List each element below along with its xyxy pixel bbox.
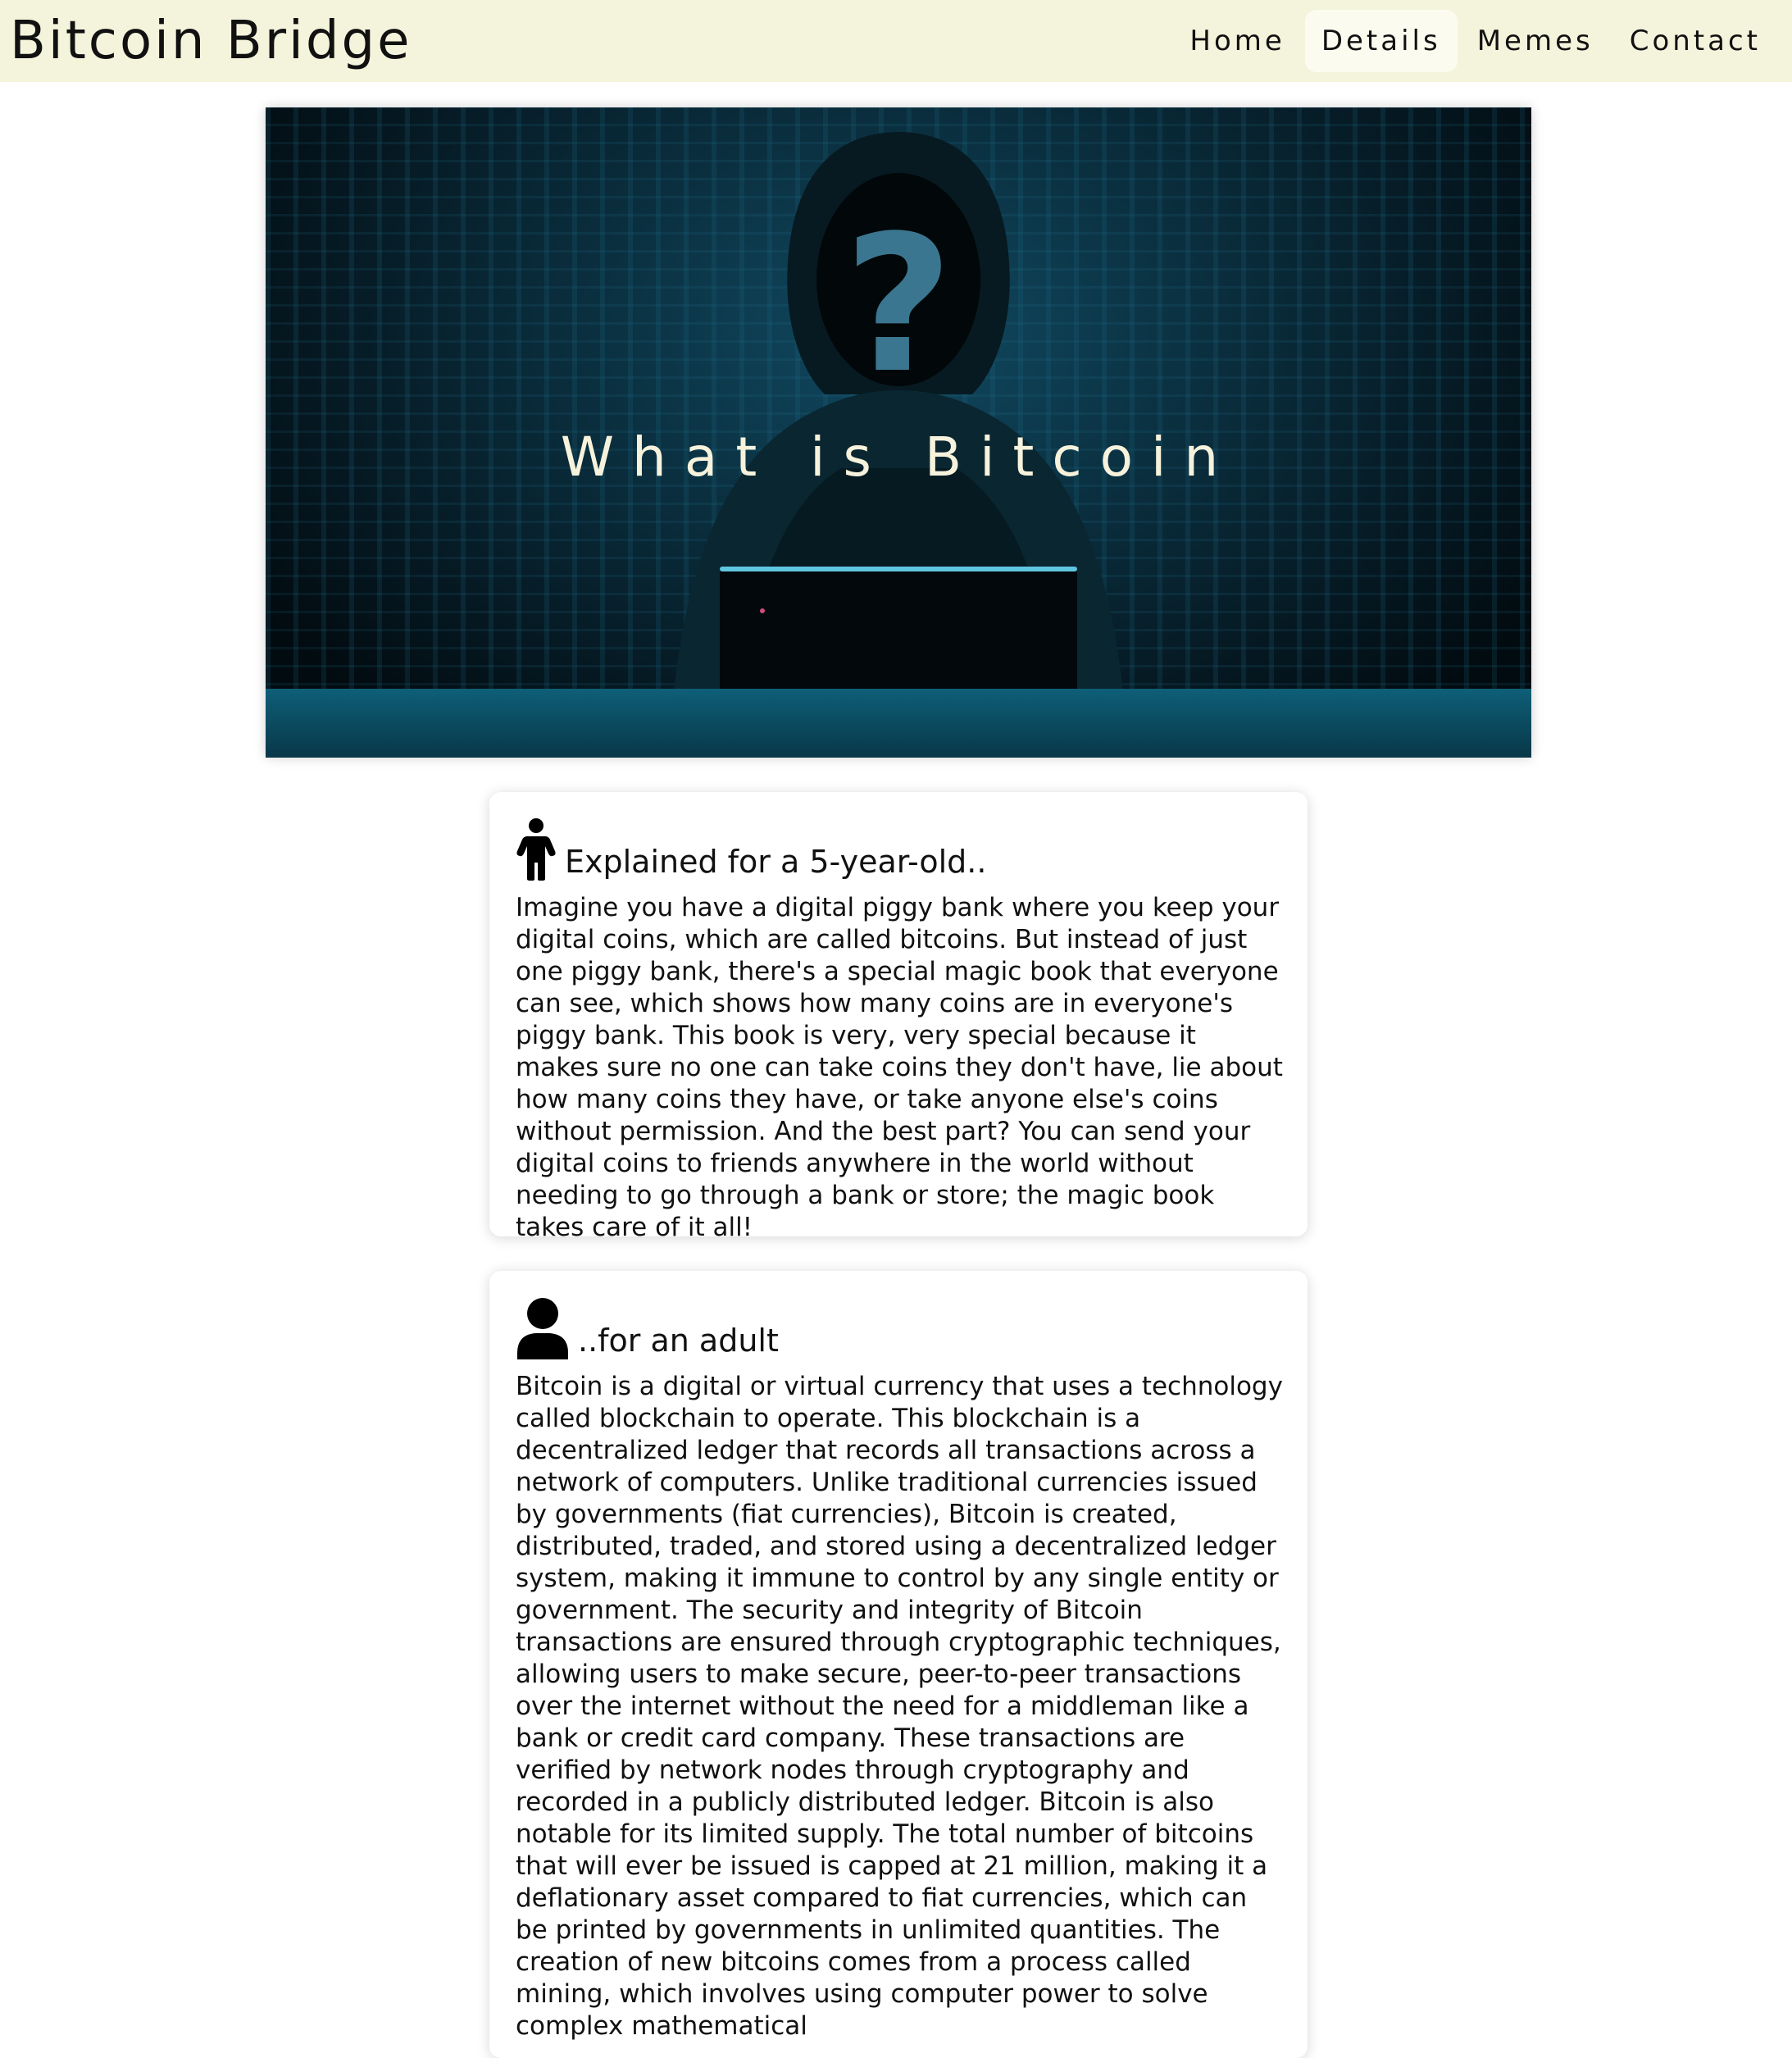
child-icon [516, 818, 556, 881]
hero-title: What is Bitcoin [560, 426, 1237, 489]
nav-details-link[interactable]: Details [1304, 10, 1458, 72]
nav-contact-link[interactable]: Contact [1613, 10, 1777, 72]
nav-memes-link[interactable]: Memes [1461, 10, 1610, 72]
card-header: Explained for a 5-year-old.. [516, 815, 1281, 881]
card-title: Explained for a 5-year-old.. [565, 844, 987, 880]
svg-text:?: ? [844, 196, 953, 415]
card-body: Bitcoin is a digital or virtual currency… [516, 1372, 1283, 2041]
card-title: ..for an adult [578, 1323, 779, 1359]
navbar: Bitcoin Bridge Home Details Memes Contac… [0, 0, 1792, 82]
site-brand[interactable]: Bitcoin Bridge [10, 11, 412, 71]
person-icon [517, 1298, 568, 1359]
nav-home-link[interactable]: Home [1173, 10, 1301, 72]
hero-banner: ? What is Bitcoin [266, 107, 1531, 758]
card-child-explanation: Explained for a 5-year-old.. Imagine you… [489, 792, 1308, 1242]
card-adult-explanation: ..for an adult Bitcoin is a digital or v… [489, 1271, 1308, 2058]
hero-desk [266, 689, 1531, 758]
card-body: Imagine you have a digital piggy bank wh… [516, 893, 1283, 1242]
nav-links: Home Details Memes Contact [1170, 10, 1777, 72]
card-header: ..for an adult [516, 1294, 1281, 1359]
